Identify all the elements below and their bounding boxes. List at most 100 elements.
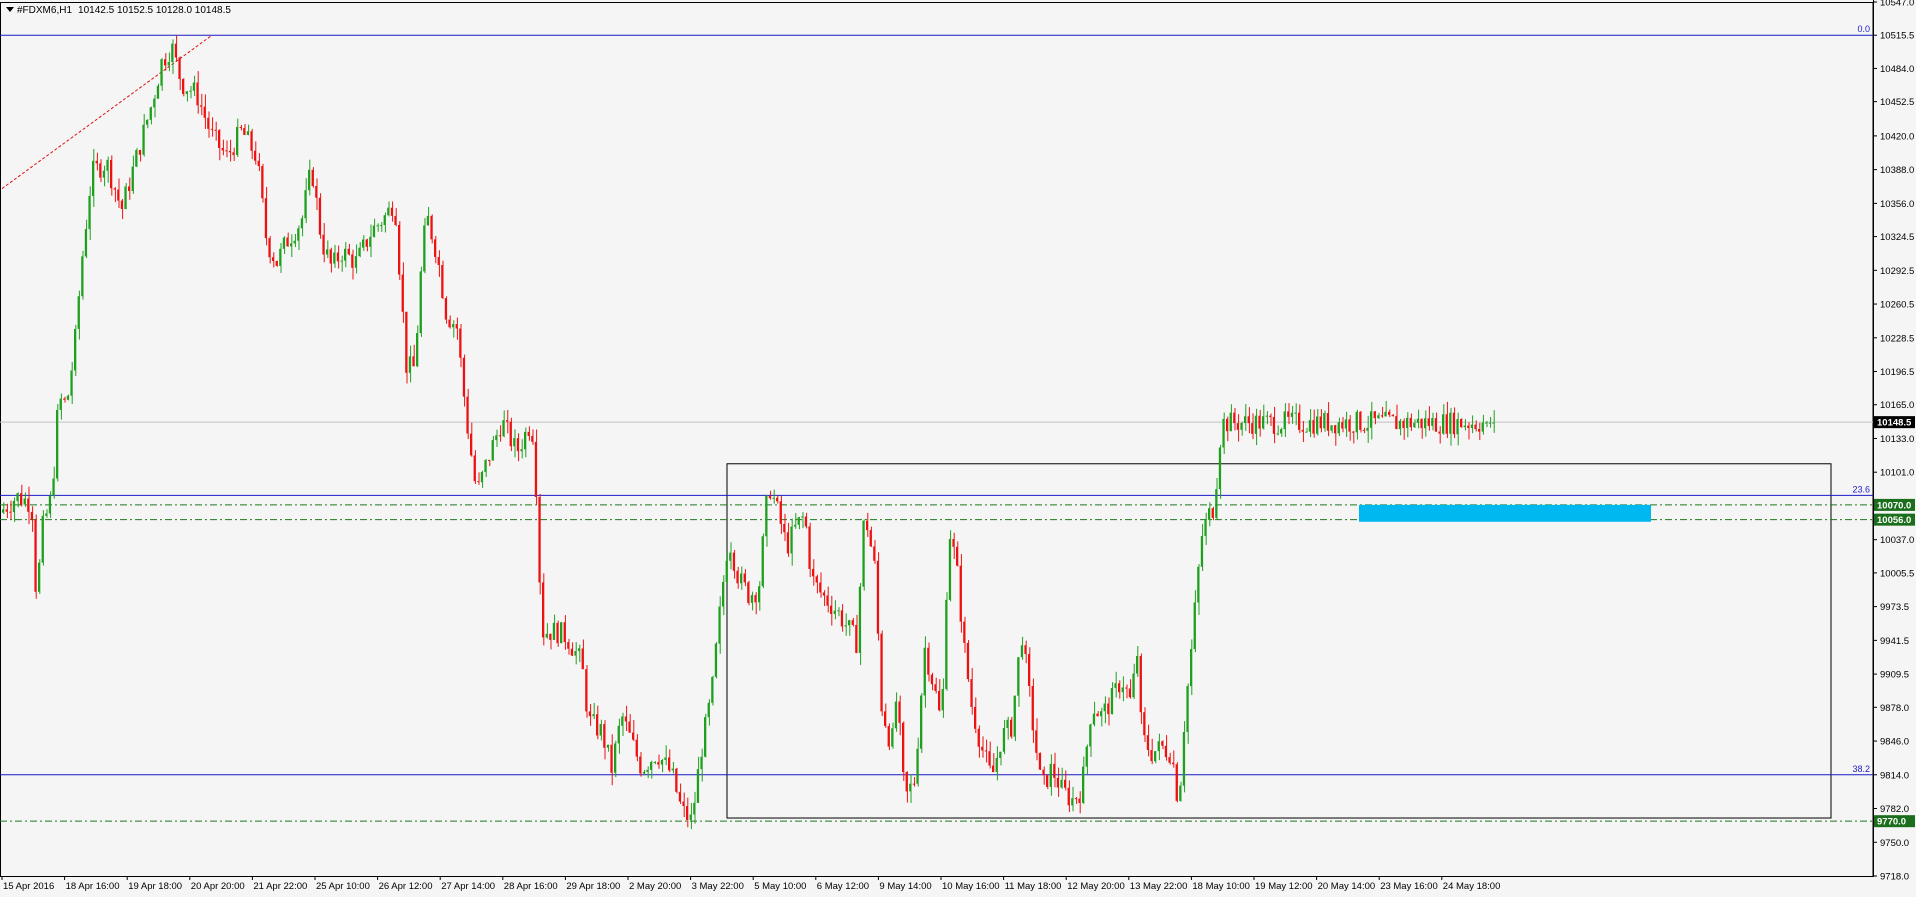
bear-candle (1143, 712, 1146, 736)
bear-candle (405, 311, 408, 373)
bull-candle (1013, 695, 1016, 737)
bear-candle (221, 147, 224, 151)
time-tick-label: 24 May 18:00 (1443, 881, 1501, 892)
collapse-triangle-icon[interactable] (6, 7, 14, 12)
bear-candle (822, 592, 825, 596)
bear-candle (830, 605, 832, 614)
level-price-tag: 10070.0 (1877, 500, 1911, 511)
bear-candle (531, 435, 534, 442)
bear-candle (786, 532, 789, 554)
bull-candle (945, 599, 948, 689)
bear-candle (840, 610, 843, 627)
bull-candle (308, 169, 310, 191)
time-tick-label: 20 Apr 20:00 (191, 881, 245, 892)
bull-candle (1071, 798, 1074, 806)
chart-window[interactable]: 10547.0 10515.5 10484.0 10452.5 10420.0 10388… (0, 0, 1916, 897)
price-tick-label: 10324.5 (1880, 232, 1914, 243)
time-tick-label: 13 May 22:00 (1130, 881, 1188, 892)
bear-candle (1010, 719, 1012, 737)
bear-candle (603, 724, 606, 748)
bear-candle (1074, 798, 1077, 800)
bear-candle (1168, 757, 1171, 763)
bull-candle (718, 606, 721, 644)
time-tick-label: 19 May 12:00 (1255, 881, 1313, 892)
bull-candle (480, 471, 483, 483)
bear-candle (981, 746, 984, 751)
bear-candle (1380, 415, 1383, 417)
time-tick-label: 25 Apr 10:00 (316, 881, 370, 892)
bear-candle (351, 254, 354, 268)
time-tick-label: 2 May 20:00 (629, 881, 681, 892)
bear-candle (1388, 411, 1390, 415)
price-tick-label: 9750.0 (1880, 838, 1909, 849)
bear-candle (819, 582, 822, 593)
bear-candle (930, 674, 933, 685)
time-tick-label: 18 May 10:00 (1192, 881, 1250, 892)
bull-candle (1085, 746, 1088, 767)
bull-candle (758, 586, 760, 603)
bear-candle (203, 106, 206, 118)
price-tick-label: 10133.0 (1880, 434, 1914, 445)
bull-candle (387, 207, 390, 216)
bear-candle (866, 520, 868, 531)
bull-candle (1200, 536, 1203, 567)
bull-candle (1049, 763, 1052, 787)
bear-candle (1445, 414, 1448, 434)
bull-candle (700, 756, 703, 770)
candlestick-chart[interactable]: 10547.0 10515.5 10484.0 10452.5 10420.0 10388… (0, 0, 1916, 897)
bear-candle (754, 595, 757, 603)
bull-candle (1082, 766, 1084, 803)
bear-candle (401, 274, 404, 312)
bear-candle (441, 265, 444, 299)
bull-candle (1377, 415, 1380, 419)
bear-candle (826, 595, 829, 606)
supply-zone-rectangle[interactable] (1359, 504, 1651, 522)
bull-candle (574, 651, 577, 656)
bear-candle (1035, 730, 1038, 753)
bull-candle (192, 82, 195, 91)
bull-candle (1337, 422, 1340, 434)
bear-candle (448, 319, 451, 328)
bull-candle (419, 271, 422, 334)
bull-candle (545, 633, 548, 638)
bull-candle (1366, 427, 1369, 431)
bear-candle (1362, 429, 1365, 431)
price-tick-label: 9941.5 (1880, 636, 1909, 647)
bear-candle (1352, 431, 1354, 433)
bear-candle (812, 568, 814, 577)
bear-candle (556, 622, 559, 644)
bull-candle (300, 218, 303, 229)
bear-candle (462, 357, 465, 397)
bull-candle (1481, 422, 1484, 432)
bear-candle (1452, 412, 1455, 435)
bull-candle (1186, 686, 1189, 732)
bear-candle (992, 765, 994, 773)
bull-candle (1110, 687, 1113, 715)
price-tick-label: 9878.0 (1880, 703, 1909, 714)
bear-candle (196, 82, 199, 106)
bear-candle (473, 455, 476, 482)
bear-candle (1128, 688, 1131, 698)
bull-candle (560, 622, 562, 644)
bear-candle (1409, 417, 1412, 428)
bear-candle (855, 624, 858, 653)
bear-candle (228, 150, 231, 153)
price-tick-label: 9909.5 (1880, 670, 1909, 681)
bull-candle (578, 648, 580, 652)
bear-candle (668, 757, 670, 771)
range-rectangle[interactable] (726, 463, 1832, 819)
bear-candle (250, 131, 253, 151)
bear-candle (966, 642, 969, 680)
bear-candle (588, 711, 591, 717)
bear-candle (1251, 423, 1254, 434)
bull-candle (423, 225, 426, 272)
bull-candle (1114, 683, 1117, 688)
bull-candle (1384, 411, 1387, 417)
bear-candle (959, 565, 962, 622)
bull-candle (714, 643, 717, 677)
bull-candle (52, 478, 55, 496)
bull-candle (1132, 673, 1135, 698)
bull-candle (693, 802, 696, 815)
bear-candle (1031, 686, 1034, 731)
bull-candle (502, 420, 505, 437)
